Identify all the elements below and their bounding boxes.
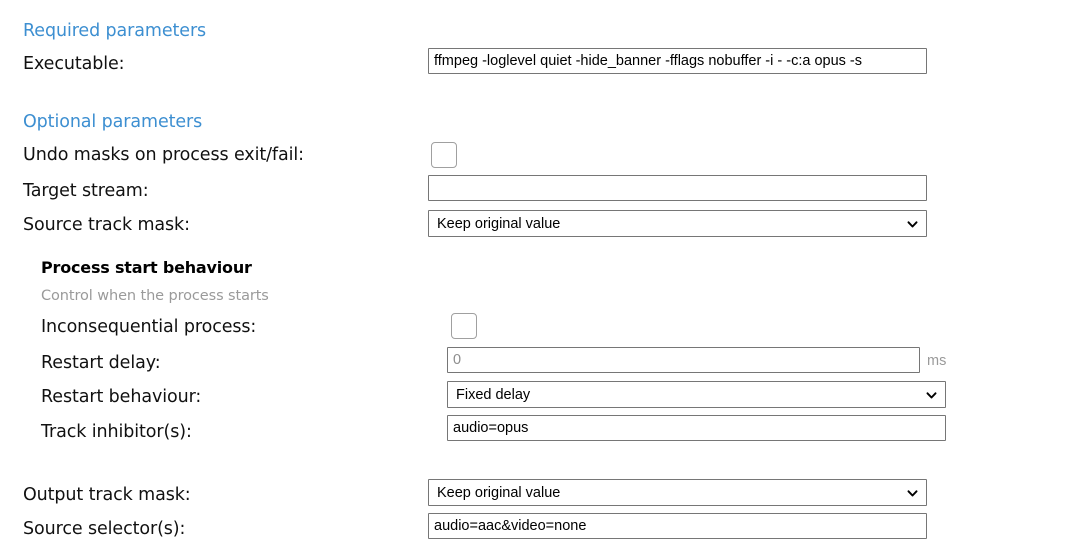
source-track-mask-select-wrapper[interactable]: Keep original value <box>428 210 927 237</box>
restart-behaviour-select[interactable]: Fixed delay <box>447 381 946 408</box>
label-undo-masks-on-process-exit-fail: Undo masks on process exit/fail: <box>23 145 304 165</box>
target-stream-input[interactable] <box>428 175 927 201</box>
track-inhibitors-input[interactable] <box>447 415 946 441</box>
source-selectors-input[interactable] <box>428 513 927 539</box>
output-track-mask-select-wrapper[interactable]: Keep original value <box>428 479 927 506</box>
label-inconsequential-process: Inconsequential process: <box>41 317 257 337</box>
output-track-mask-select[interactable]: Keep original value <box>428 479 927 506</box>
undo-masks-checkbox[interactable] <box>431 142 457 168</box>
restart-delay-input[interactable] <box>447 347 920 373</box>
group-subtitle-process-start-behaviour: Control when the process starts <box>41 288 269 304</box>
source-track-mask-select[interactable]: Keep original value <box>428 210 927 237</box>
label-restart-delay: Restart delay: <box>41 353 161 373</box>
section-heading-optional-parameters: Optional parameters <box>23 112 203 132</box>
inconsequential-process-checkbox[interactable] <box>451 313 477 339</box>
settings-form-page: Required parameters Executable: Optional… <box>0 0 1068 555</box>
label-source-selectors: Source selector(s): <box>23 519 186 539</box>
restart-delay-unit-label: ms <box>927 353 947 369</box>
executable-input[interactable] <box>428 48 927 74</box>
label-executable: Executable: <box>23 54 125 74</box>
label-source-track-mask: Source track mask: <box>23 215 190 235</box>
label-output-track-mask: Output track mask: <box>23 485 191 505</box>
section-heading-required-parameters: Required parameters <box>23 21 207 41</box>
label-target-stream: Target stream: <box>23 181 149 201</box>
group-title-process-start-behaviour: Process start behaviour <box>41 258 252 277</box>
label-track-inhibitors: Track inhibitor(s): <box>41 422 192 442</box>
restart-behaviour-select-wrapper[interactable]: Fixed delay <box>447 381 946 408</box>
label-restart-behaviour: Restart behaviour: <box>41 387 202 407</box>
